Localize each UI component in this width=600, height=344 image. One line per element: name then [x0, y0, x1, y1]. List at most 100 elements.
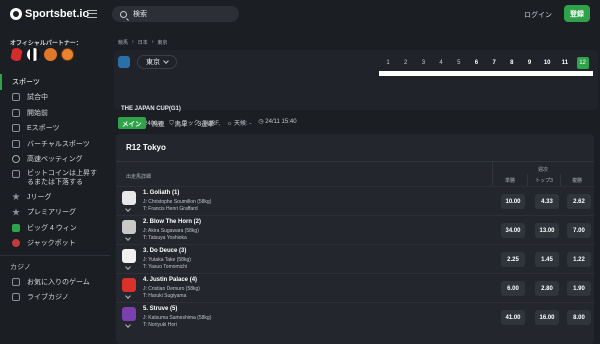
chevron-down-icon[interactable]	[125, 322, 131, 328]
gamepad-icon	[12, 124, 20, 133]
target-icon	[12, 239, 20, 248]
partner-title: オフィシャルパートナー：	[10, 41, 82, 47]
sidebar-casino-heading[interactable]: カジノ	[0, 260, 110, 274]
odds-button-place[interactable]: 7.00	[567, 223, 591, 238]
sidebar-item-jackpot[interactable]: ジャックポット	[0, 236, 110, 252]
odds-button-place[interactable]: 8.00	[567, 310, 591, 325]
sidebar-item-live[interactable]: 試合中	[0, 90, 110, 106]
breadcrumb-item[interactable]: 東京	[157, 39, 167, 46]
runner-trainer: T: Noriyuki Hori	[143, 322, 177, 328]
col-runner-details: 出走馬詳細	[126, 174, 152, 180]
sidebar-sports-heading[interactable]: スポーツ	[0, 74, 110, 90]
odds-button-place[interactable]: 2.62	[567, 194, 591, 209]
sidebar-item-live-casino[interactable]: ライブカジノ	[0, 290, 110, 306]
race-tab-10[interactable]: 10	[541, 57, 553, 69]
sidebar-item-jleague[interactable]: Jリーグ	[0, 189, 110, 205]
sidebar-item-label: ジャックポット	[27, 240, 76, 248]
tab-trifecta[interactable]: 3連単	[194, 117, 219, 129]
sidebar-item-favorites[interactable]: お気に入りのゲーム	[0, 274, 110, 290]
breadcrumb-item[interactable]: 競馬	[118, 39, 128, 46]
partner-logo-orange-crest[interactable]	[44, 48, 57, 61]
monitor-icon	[12, 139, 20, 148]
weather-info: ☼ 天候: -	[226, 121, 252, 127]
odds-button-win[interactable]: 2.25	[501, 252, 525, 267]
chevron-down-icon[interactable]	[125, 235, 131, 241]
odds-button-win[interactable]: 34.00	[501, 223, 525, 238]
odds-button-top3[interactable]: 2.80	[535, 281, 559, 296]
sidebar-item-label: ビットコインは上昇するまたは下落する	[27, 170, 97, 186]
runner-jockey: J: Cristian Demuro (58kg)	[143, 286, 200, 292]
race-tab-9[interactable]: 9	[524, 57, 536, 69]
race-tab-7[interactable]: 7	[488, 57, 500, 69]
search-input[interactable]: 検索	[112, 6, 239, 22]
race-tab-3[interactable]: 3	[417, 57, 429, 69]
sidebar-item-label: Eスポーツ	[27, 125, 60, 133]
sidebar-item-big4win[interactable]: ビッグ 4 ウィン	[0, 220, 110, 236]
star-icon	[12, 208, 20, 216]
race-tab-8[interactable]: 8	[506, 57, 518, 69]
login-link[interactable]: ログイン	[524, 10, 552, 20]
partner-logos	[10, 48, 74, 61]
chevron-down-icon[interactable]	[125, 264, 131, 270]
tv-icon	[12, 93, 20, 102]
odds-button-win[interactable]: 6.00	[501, 281, 525, 296]
sidebar-item-label: プレミアリーグ	[27, 209, 76, 217]
odds-button-place[interactable]: 1.90	[567, 281, 591, 296]
sidebar-item-label: Jリーグ	[27, 193, 52, 201]
chevron-down-icon[interactable]	[125, 206, 131, 212]
number-4-icon	[12, 223, 20, 232]
jockey-silk-icon	[122, 249, 136, 263]
breadcrumb-item[interactable]: 日本	[138, 39, 148, 46]
col-win: 単勝	[504, 178, 515, 184]
sportsbet-logo[interactable]: Sportsbet.io	[10, 8, 89, 20]
runner-name: 1. Goliath (1)	[143, 190, 180, 196]
tab-quinella[interactable]: 馬連	[148, 117, 169, 129]
sidebar-item-bitcoin[interactable]: ビットコインは上昇するまたは下落する	[0, 167, 110, 189]
partner-logo-red[interactable]	[10, 48, 23, 61]
tab-exacta[interactable]: 馬単	[171, 117, 192, 129]
race-tab-4[interactable]: 4	[435, 57, 447, 69]
sidebar-item-fast-betting[interactable]: 高速ベッティング	[0, 152, 110, 168]
venue-name: 東京	[146, 59, 160, 66]
sidebar-item-label: バーチャルスポーツ	[27, 140, 90, 148]
runner-name: 3. Do Deuce (3)	[143, 248, 187, 254]
race-tab-5[interactable]: 5	[453, 57, 465, 69]
menu-icon[interactable]	[87, 10, 97, 18]
sidebar: オフィシャルパートナー： スポーツ 試合中 開始前 Eスポーツ バーチャルスポー…	[0, 30, 110, 338]
odds-button-place[interactable]: 1.22	[567, 252, 591, 267]
race-header: 東京 123456789101112 THE JAPAN CUP(G1) ⇄ 距…	[114, 50, 598, 127]
sidebar-item-virtual[interactable]: バーチャルスポーツ	[0, 136, 110, 152]
race-tab-12[interactable]: 12	[576, 57, 589, 69]
runner-row: 1. Goliath (1) J: Christophe Soumillon (5…	[116, 186, 594, 215]
col-place: 複勝	[571, 178, 582, 184]
sidebar-item-premier-league[interactable]: プレミアリーグ	[0, 205, 110, 221]
race-tab-2[interactable]: 2	[400, 57, 412, 69]
race-progress-bar	[379, 71, 593, 76]
sidebar-item-upcoming[interactable]: 開始前	[0, 105, 110, 121]
runner-name: 2. Blow The Horn (2)	[143, 219, 202, 225]
runner-trainer: T: Yasuo Tomomichi	[143, 264, 188, 270]
odds-button-win[interactable]: 41.00	[501, 310, 525, 325]
odds-button-top3[interactable]: 1.45	[535, 252, 559, 267]
venue-select[interactable]: 東京	[137, 55, 177, 69]
odds-button-win[interactable]: 10.00	[501, 194, 525, 209]
breadcrumb: 競馬 › 日本 › 東京	[118, 39, 167, 46]
partner-logo-newcastle[interactable]	[27, 48, 40, 61]
odds-button-top3[interactable]: 16.00	[535, 310, 559, 325]
signup-button[interactable]: 登録	[564, 5, 590, 22]
partner-logo-basketball[interactable]	[61, 48, 74, 61]
race-tab-6[interactable]: 6	[470, 57, 482, 69]
race-tab-1[interactable]: 1	[382, 57, 394, 69]
race-tab-11[interactable]: 11	[559, 57, 571, 69]
runner-row: 4. Justin Palace (4) J: Cristian Demuro (…	[116, 273, 594, 302]
race-title: THE JAPAN CUP(G1)	[121, 106, 181, 112]
jockey-silk-icon	[122, 220, 136, 234]
odds-button-top3[interactable]: 13.00	[535, 223, 559, 238]
runner-trainer: T: Francis Henri Graffard	[143, 206, 198, 212]
search-placeholder: 検索	[133, 11, 147, 18]
sidebar-item-esports[interactable]: Eスポーツ	[0, 121, 110, 137]
runner-trainer: T: Tatsuya Yoshioka	[143, 235, 187, 241]
chevron-down-icon[interactable]	[125, 293, 131, 299]
odds-button-top3[interactable]: 4.33	[535, 194, 559, 209]
tab-main[interactable]: メイン	[118, 117, 146, 129]
